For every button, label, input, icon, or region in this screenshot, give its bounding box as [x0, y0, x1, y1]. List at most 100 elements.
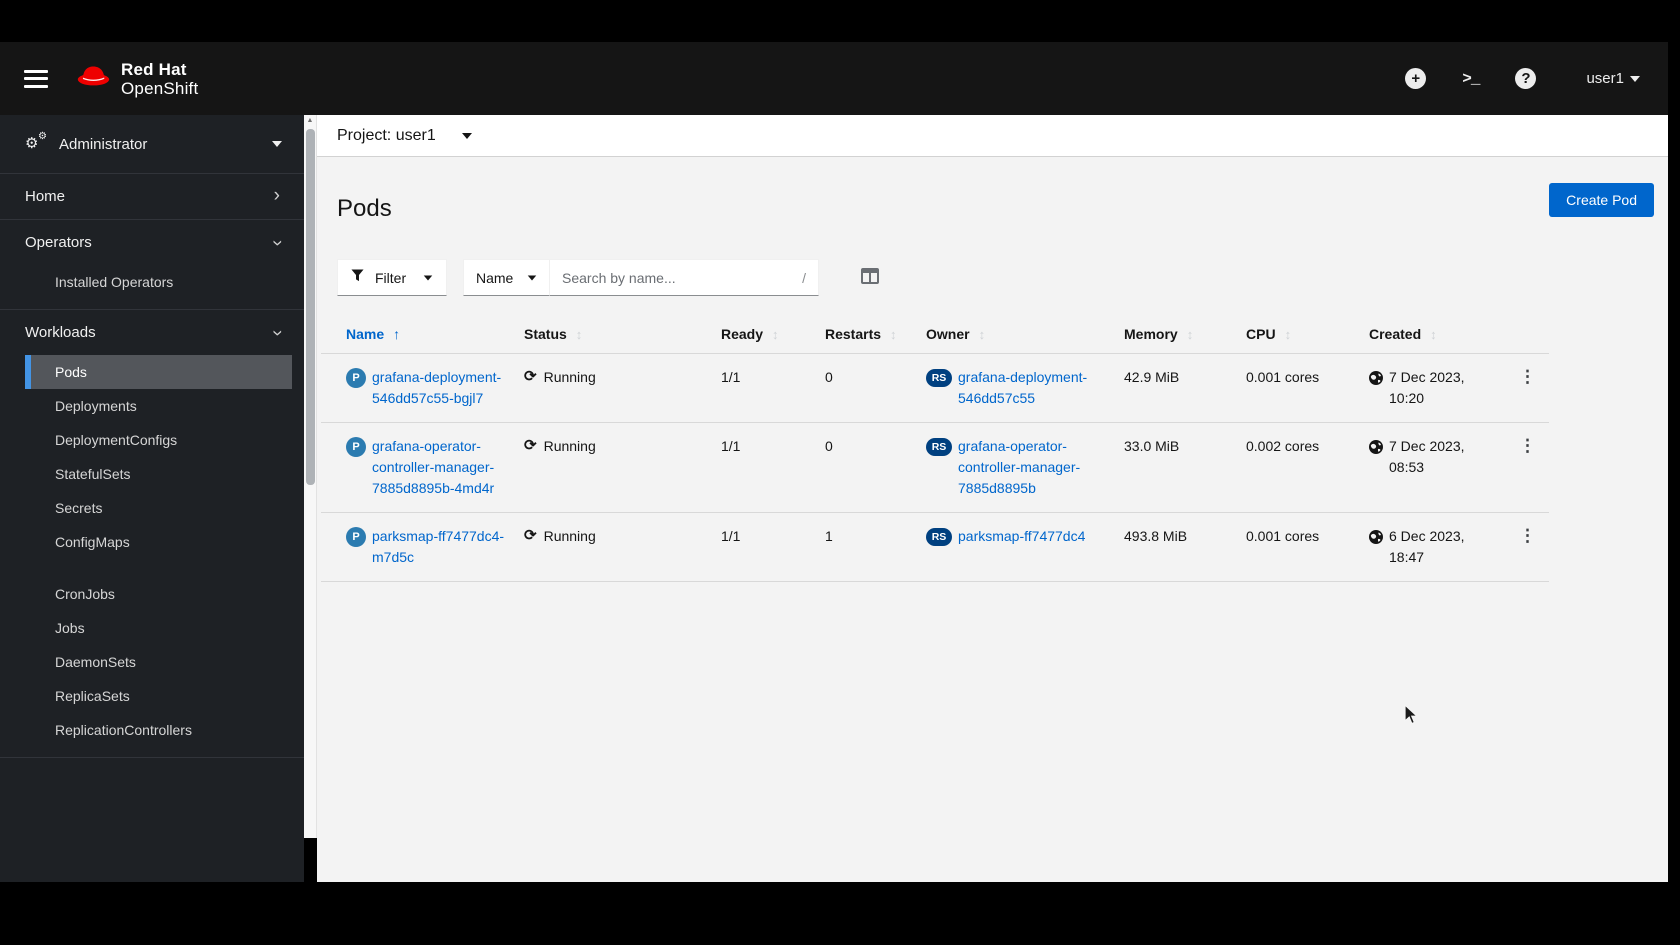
filter-dropdown[interactable]: Filter [337, 259, 447, 296]
sidebar-group-header[interactable]: Workloads › [0, 310, 304, 355]
pod-memory-cell: 493.8 MiB [1124, 528, 1188, 544]
scrollbar-thumb[interactable] [306, 129, 315, 485]
pod-status-label: Running [543, 369, 596, 385]
chevron-down-icon [1630, 75, 1640, 82]
brand-line1: Red Hat [121, 59, 187, 79]
brand-logo: Red Hat OpenShift [74, 60, 198, 98]
sidebar-nav-item-label: Installed Operators [55, 274, 174, 290]
kebab-menu-icon[interactable]: ⋮ [1506, 436, 1549, 456]
user-menu[interactable]: user1 [1586, 70, 1640, 87]
project-bar: Project: user1 [317, 115, 1668, 157]
owner-link[interactable]: parksmap-ff7477dc4 [958, 526, 1085, 547]
mouse-cursor [1404, 703, 1419, 731]
pod-row: P parksmap-ff7477dc4-m7d5c ⟳ Running 1/1… [321, 512, 1549, 581]
sidebar-nav-item-label: StatefulSets [55, 466, 131, 482]
column-header[interactable]: Restarts ↑ ↕ [825, 326, 926, 342]
created-time: 18:47 [1389, 549, 1425, 565]
sidebar-nav-item-label: DaemonSets [55, 654, 136, 670]
sidebar-nav-item[interactable]: CronJobs [25, 577, 292, 611]
running-sync-icon: ⟳ [524, 368, 537, 385]
column-header[interactable]: Name ↑ ↕ [346, 326, 524, 342]
sidebar-nav-item[interactable]: ReplicationControllers [25, 713, 292, 747]
content-scrollbar[interactable]: ▲ [304, 115, 317, 838]
sidebar-nav-item[interactable]: StatefulSets [25, 457, 292, 491]
pod-row: P grafana-deployment-546dd57c55-bgjl7 ⟳ … [321, 353, 1549, 422]
sidebar-nav-item[interactable] [25, 559, 292, 577]
globe-timestamp-icon [1369, 370, 1383, 391]
sidebar-nav-item[interactable]: Secrets [25, 491, 292, 525]
pod-status-cell: ⟳ Running [524, 526, 721, 547]
pod-memory-cell: 42.9 MiB [1124, 369, 1180, 385]
sidebar-nav-item[interactable]: ConfigMaps [25, 525, 292, 559]
perspective-switcher[interactable]: ⚙ ⚙ Administrator [0, 115, 304, 174]
pod-created-cell: 7 Dec 2023, 08:53 [1369, 436, 1506, 478]
column-header[interactable]: Owner ↑ ↕ [926, 326, 1124, 342]
chevron-down-icon [423, 274, 433, 281]
sort-ascending-icon: ↑ [393, 326, 401, 342]
created-timestamp: 6 Dec 2023, 18:47 [1389, 526, 1465, 568]
sortable-icon: ↕ [1284, 326, 1292, 342]
pod-row: P grafana-operator-controller-manager-78… [321, 422, 1549, 512]
column-header[interactable]: Ready ↑ ↕ [721, 326, 825, 342]
pod-link[interactable]: parksmap-ff7477dc4-m7d5c [372, 526, 514, 568]
owner-link[interactable]: grafana-deployment-546dd57c55 [958, 367, 1113, 409]
column-header[interactable]: Status ↑ ↕ [524, 326, 721, 342]
manage-columns-icon[interactable] [861, 268, 879, 289]
sidebar-nav-item-label: ReplicaSets [55, 688, 130, 704]
kebab-menu-icon[interactable]: ⋮ [1506, 526, 1549, 546]
sidebar-group: Home › [0, 174, 304, 220]
kebab-menu-icon[interactable]: ⋮ [1506, 367, 1549, 387]
column-header[interactable]: CPU ↑ ↕ [1246, 326, 1369, 342]
pod-link[interactable]: grafana-deployment-546dd57c55-bgjl7 [372, 367, 514, 409]
column-header[interactable]: Created ↑ ↕ [1369, 326, 1506, 342]
sidebar-group-label: Workloads [25, 324, 96, 341]
pod-restarts-cell: 1 [825, 528, 833, 544]
chevron-down-icon[interactable] [461, 132, 472, 139]
scrollbar-up-arrow-icon[interactable]: ▲ [304, 117, 316, 124]
hamburger-menu-icon[interactable] [24, 69, 48, 88]
column-header-label: Memory [1124, 326, 1178, 342]
search-type-dropdown[interactable]: Name [463, 259, 549, 296]
sidebar-nav-item[interactable]: Installed Operators [25, 265, 292, 299]
pod-status-cell: ⟳ Running [524, 436, 721, 457]
sidebar-group-label: Operators [25, 234, 92, 251]
pod-created-cell: 6 Dec 2023, 18:47 [1369, 526, 1506, 568]
project-selector-label[interactable]: Project: user1 [337, 127, 436, 145]
sortable-icon: ↕ [890, 326, 897, 342]
sidebar-nav-item[interactable]: Deployments [25, 389, 292, 423]
column-header-label: Created [1369, 326, 1422, 342]
sidebar-nav-item[interactable]: Pods [25, 355, 292, 389]
terminal-icon[interactable]: >_ [1462, 70, 1480, 88]
search-type-label: Name [476, 269, 514, 286]
perspective-label: Administrator [59, 135, 148, 153]
chevron-down-icon [527, 274, 537, 281]
sidebar-nav-item[interactable]: Jobs [25, 611, 292, 645]
pod-link[interactable]: grafana-operator-controller-manager-7885… [372, 436, 514, 499]
sortable-icon: ↕ [1430, 326, 1437, 342]
sidebar-nav-item[interactable]: ReplicaSets [25, 679, 292, 713]
pod-status-label: Running [543, 438, 596, 454]
sidebar-nav-item-label: CronJobs [55, 586, 115, 602]
search-input[interactable] [562, 269, 772, 286]
pods-table: Name ↑ ↕ Status ↑ ↕ Ready ↑ ↕ Restarts ↑ [321, 316, 1549, 582]
sidebar-group-header[interactable]: Home › [0, 174, 304, 219]
sidebar-group: Operators › Installed Operators [0, 220, 304, 310]
create-pod-button[interactable]: Create Pod [1549, 183, 1654, 217]
sidebar-nav-item[interactable]: DaemonSets [25, 645, 292, 679]
import-yaml-plus-icon[interactable]: + [1405, 68, 1427, 89]
column-header[interactable]: Memory ↑ ↕ [1124, 326, 1246, 342]
sortable-icon: ↕ [772, 326, 779, 342]
sidebar-group: Workloads › Pods Deployments DeploymentC… [0, 310, 304, 758]
pod-ready-cell: 1/1 [721, 438, 741, 454]
owner-link[interactable]: grafana-operator-controller-manager-7885… [958, 436, 1113, 499]
sidebar-group-header[interactable]: Operators › [0, 220, 304, 265]
created-timestamp: 7 Dec 2023, 08:53 [1389, 436, 1465, 478]
pod-name-cell: P grafana-operator-controller-manager-78… [346, 436, 524, 499]
masthead-right: + >_ ? user1 [1405, 68, 1640, 89]
replicaset-badge-icon: RS [926, 438, 952, 456]
sidebar-nav-item[interactable]: DeploymentConfigs [25, 423, 292, 457]
pod-badge-icon: P [346, 368, 366, 388]
sortable-icon: ↕ [978, 326, 986, 342]
sidebar-nav-item-label: Pods [55, 364, 87, 380]
help-icon[interactable]: ? [1515, 68, 1537, 89]
